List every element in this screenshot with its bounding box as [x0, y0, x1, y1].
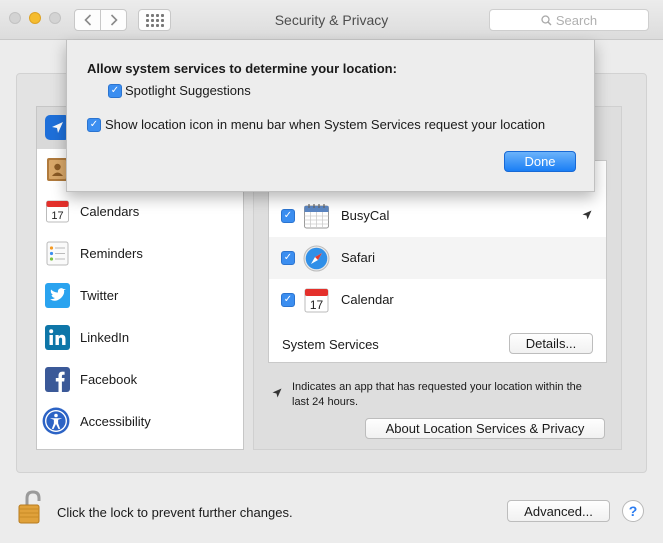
location-arrow-icon [582, 209, 592, 223]
about-location-services-button[interactable]: About Location Services & Privacy [365, 418, 605, 439]
sidebar-item-reminders[interactable]: Reminders [37, 233, 243, 275]
sidebar-item-facebook[interactable]: Facebook [37, 359, 243, 401]
linkedin-icon [45, 325, 70, 350]
search-field[interactable]: Search [489, 9, 649, 31]
lock-status-text: Click the lock to prevent further change… [57, 505, 293, 520]
popover-heading: Allow system services to determine your … [87, 61, 397, 76]
system-services-label: System Services [282, 337, 379, 352]
sidebar-item-label: Reminders [80, 246, 143, 261]
show-location-icon-label: Show location icon in menu bar when Syst… [105, 117, 546, 132]
calendar-icon: 17 [304, 288, 329, 313]
done-button[interactable]: Done [504, 151, 576, 172]
details-button[interactable]: Details... [509, 333, 593, 354]
sidebar-item-linkedin[interactable]: LinkedIn [37, 317, 243, 359]
spotlight-suggestions-checkbox[interactable]: ✓ [108, 84, 122, 98]
calendar-icon: 17 [46, 200, 69, 223]
help-button[interactable]: ? [622, 500, 644, 522]
app-name: Safari [341, 250, 375, 265]
app-enabled-checkbox[interactable]: ✓ [281, 209, 295, 223]
table-row[interactable]: ✓ Safari [269, 237, 606, 279]
twitter-icon [45, 283, 70, 308]
sidebar-item-twitter[interactable]: Twitter [37, 275, 243, 317]
app-name: BusyCal [341, 208, 390, 223]
advanced-button[interactable]: Advanced... [507, 500, 610, 522]
location-arrow-icon [272, 388, 282, 401]
svg-text:17: 17 [51, 210, 63, 222]
app-enabled-checkbox[interactable]: ✓ [281, 251, 295, 265]
svg-text:17: 17 [310, 298, 324, 312]
app-enabled-checkbox[interactable]: ✓ [281, 293, 295, 307]
safari-icon [303, 245, 330, 272]
show-location-icon-checkbox[interactable]: ✓ [87, 118, 101, 132]
spotlight-suggestions-label: Spotlight Suggestions [125, 83, 251, 98]
unlocked-padlock-icon[interactable] [16, 489, 48, 525]
busycal-icon [304, 204, 329, 229]
sidebar-item-label: Twitter [80, 288, 119, 303]
recent-request-note: Indicates an app that has requested your… [292, 381, 582, 408]
reminders-icon [46, 241, 69, 266]
table-row[interactable]: ✓ BusyCal [269, 195, 606, 237]
app-name: Calendar [341, 292, 394, 307]
sidebar-item-label: Accessibility [80, 414, 151, 429]
search-icon [541, 14, 552, 25]
system-services-popover: Allow system services to determine your … [66, 40, 595, 192]
facebook-icon [45, 367, 70, 392]
sidebar-item-label: Calendars [80, 204, 140, 219]
sidebar-item-accessibility[interactable]: Accessibility [37, 401, 243, 443]
sidebar-item-calendars[interactable]: 17 Calendars [37, 191, 243, 233]
accessibility-icon [42, 407, 70, 435]
search-placeholder: Search [555, 12, 598, 28]
title-bar: Security & Privacy Search [0, 0, 663, 40]
sidebar-item-label: Facebook [80, 372, 138, 387]
table-row[interactable]: ✓ 17 Calendar [269, 279, 606, 321]
sidebar-item-label: LinkedIn [80, 330, 130, 345]
